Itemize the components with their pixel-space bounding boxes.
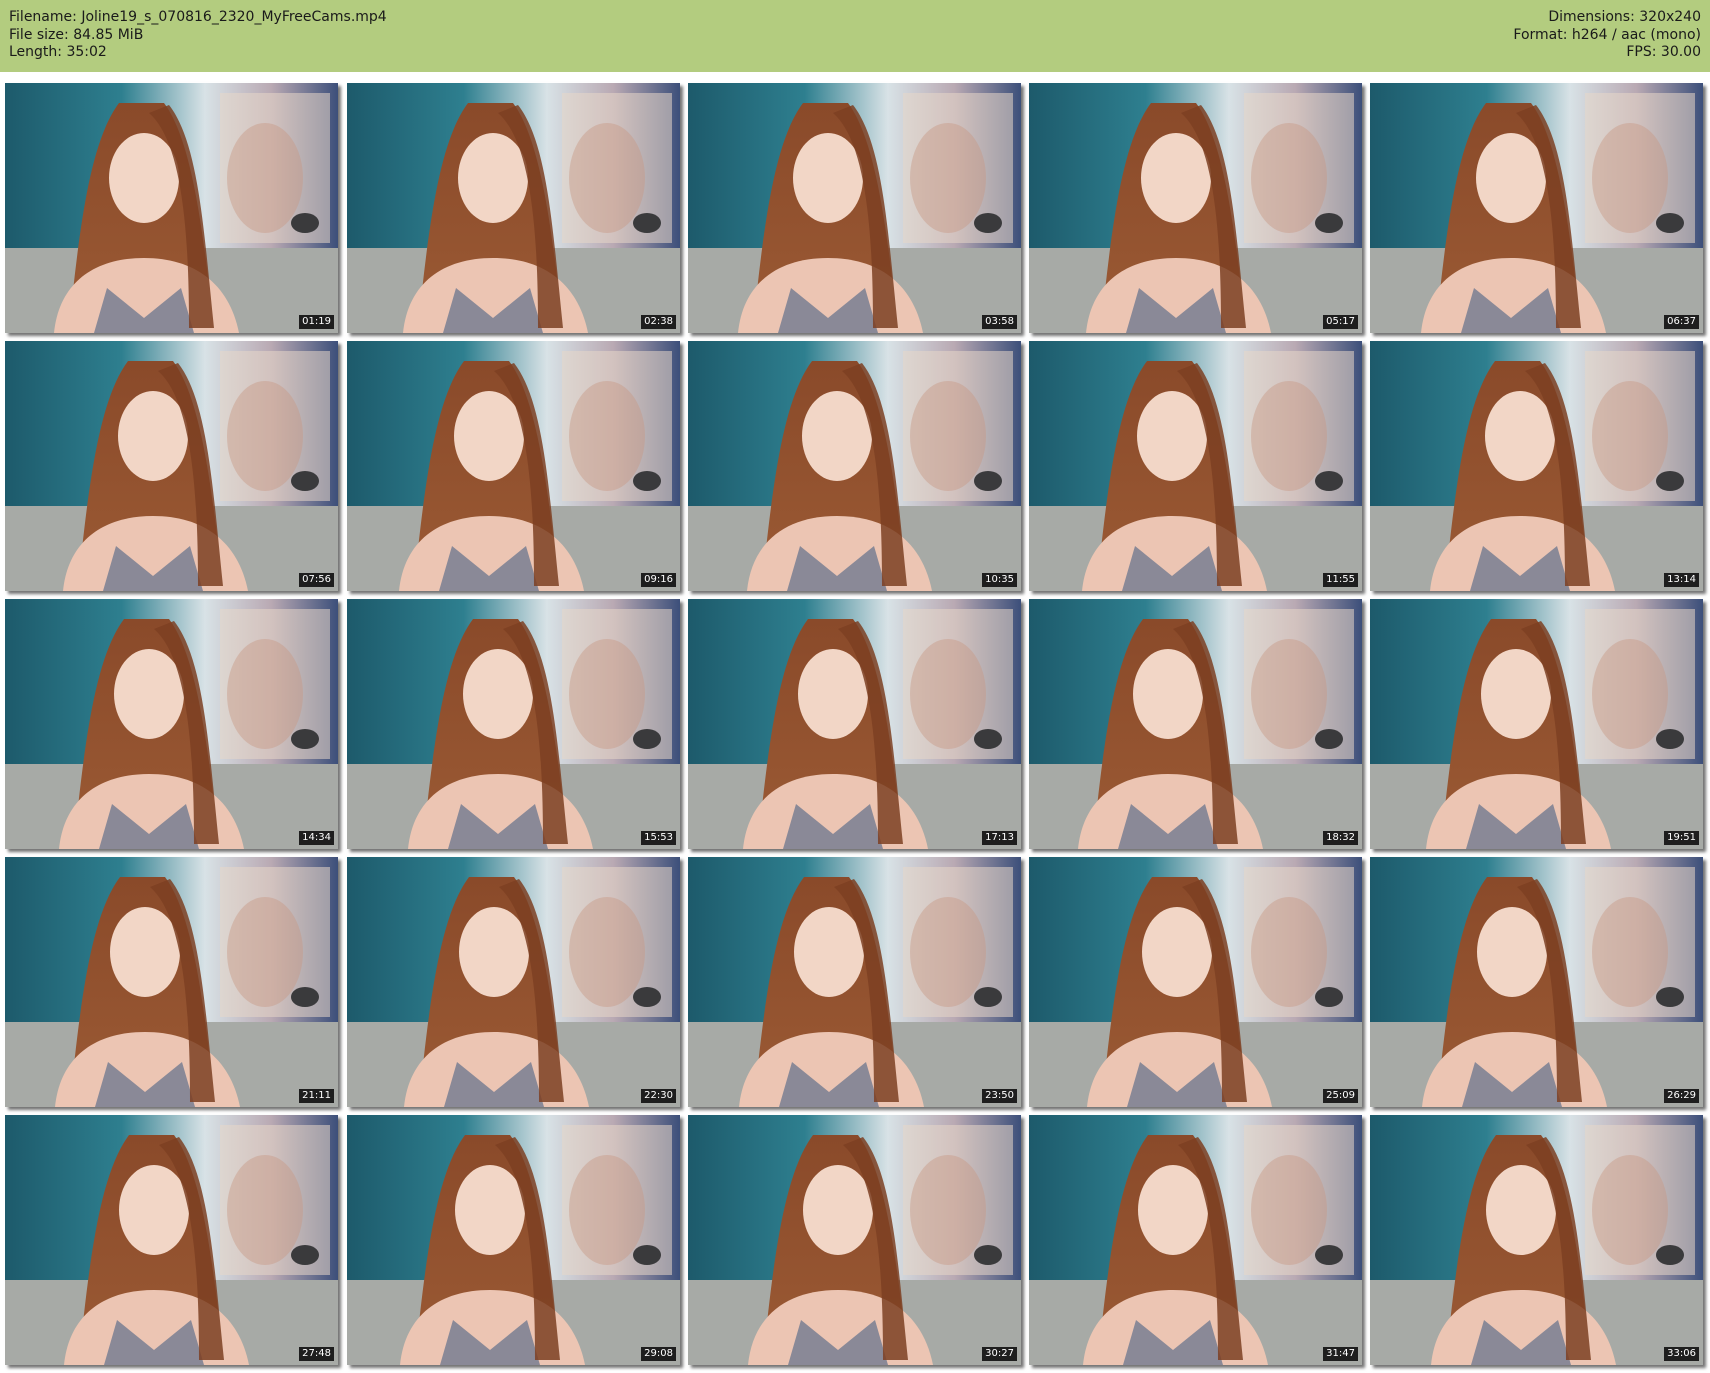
- timestamp-label: 11:55: [1323, 573, 1358, 587]
- timestamp-label: 26:29: [1664, 1089, 1699, 1103]
- timestamp-label: 27:48: [299, 1347, 334, 1361]
- thumbnail: 26:29: [1370, 857, 1703, 1107]
- thumbnail: 02:38: [347, 83, 680, 333]
- thumbnail-grid: 01:19 02:38 03:58 05:17 06:37 07:56 09:1…: [0, 0, 1710, 1373]
- timestamp-label: 21:11: [299, 1089, 334, 1103]
- thumbnail: 29:08: [347, 1115, 680, 1365]
- thumbnail: 17:13: [688, 599, 1021, 849]
- thumbnail: 33:06: [1370, 1115, 1703, 1365]
- timestamp-label: 23:50: [982, 1089, 1017, 1103]
- thumbnail: 30:27: [688, 1115, 1021, 1365]
- timestamp-label: 07:56: [299, 573, 334, 587]
- video-frame-image: [5, 1115, 338, 1365]
- video-frame-image: [1370, 857, 1703, 1107]
- thumbnail: 10:35: [688, 341, 1021, 591]
- video-frame-image: [1029, 83, 1362, 333]
- video-frame-image: [1029, 857, 1362, 1107]
- timestamp-label: 01:19: [299, 315, 334, 329]
- timestamp-label: 13:14: [1664, 573, 1699, 587]
- video-frame-image: [688, 1115, 1021, 1365]
- timestamp-label: 22:30: [641, 1089, 676, 1103]
- timestamp-label: 06:37: [1664, 315, 1699, 329]
- video-frame-image: [688, 599, 1021, 849]
- timestamp-label: 25:09: [1323, 1089, 1358, 1103]
- timestamp-label: 29:08: [641, 1347, 676, 1361]
- video-frame-image: [347, 1115, 680, 1365]
- thumbnail: 21:11: [5, 857, 338, 1107]
- thumbnail: 27:48: [5, 1115, 338, 1365]
- timestamp-label: 05:17: [1323, 315, 1358, 329]
- video-frame-image: [347, 599, 680, 849]
- video-frame-image: [5, 857, 338, 1107]
- timestamp-label: 18:32: [1323, 831, 1358, 845]
- video-frame-image: [1370, 1115, 1703, 1365]
- video-frame-image: [688, 857, 1021, 1107]
- thumbnail: 11:55: [1029, 341, 1362, 591]
- thumbnail: 31:47: [1029, 1115, 1362, 1365]
- timestamp-label: 31:47: [1323, 1347, 1358, 1361]
- video-frame-image: [1370, 341, 1703, 591]
- timestamp-label: 19:51: [1664, 831, 1699, 845]
- thumbnail: 22:30: [347, 857, 680, 1107]
- video-frame-image: [347, 83, 680, 333]
- video-frame-image: [347, 341, 680, 591]
- timestamp-label: 03:58: [982, 315, 1017, 329]
- video-frame-image: [5, 83, 338, 333]
- thumbnail: 25:09: [1029, 857, 1362, 1107]
- video-frame-image: [1029, 599, 1362, 849]
- timestamp-label: 09:16: [641, 573, 676, 587]
- thumbnail: 18:32: [1029, 599, 1362, 849]
- video-frame-image: [1370, 599, 1703, 849]
- video-frame-image: [1029, 1115, 1362, 1365]
- thumbnail: 13:14: [1370, 341, 1703, 591]
- timestamp-label: 17:13: [982, 831, 1017, 845]
- video-frame-image: [688, 83, 1021, 333]
- video-frame-image: [5, 599, 338, 849]
- timestamp-label: 14:34: [299, 831, 334, 845]
- thumbnail: 05:17: [1029, 83, 1362, 333]
- timestamp-label: 30:27: [982, 1347, 1017, 1361]
- video-frame-image: [5, 341, 338, 591]
- thumbnail: 03:58: [688, 83, 1021, 333]
- video-frame-image: [347, 857, 680, 1107]
- thumbnail: 01:19: [5, 83, 338, 333]
- thumbnail: 07:56: [5, 341, 338, 591]
- video-frame-image: [688, 341, 1021, 591]
- thumbnail: 14:34: [5, 599, 338, 849]
- thumbnail: 06:37: [1370, 83, 1703, 333]
- thumbnail: 19:51: [1370, 599, 1703, 849]
- thumbnail: 15:53: [347, 599, 680, 849]
- timestamp-label: 02:38: [641, 315, 676, 329]
- timestamp-label: 33:06: [1664, 1347, 1699, 1361]
- timestamp-label: 10:35: [982, 573, 1017, 587]
- video-frame-image: [1370, 83, 1703, 333]
- video-frame-image: [1029, 341, 1362, 591]
- timestamp-label: 15:53: [641, 831, 676, 845]
- thumbnail: 09:16: [347, 341, 680, 591]
- thumbnail: 23:50: [688, 857, 1021, 1107]
